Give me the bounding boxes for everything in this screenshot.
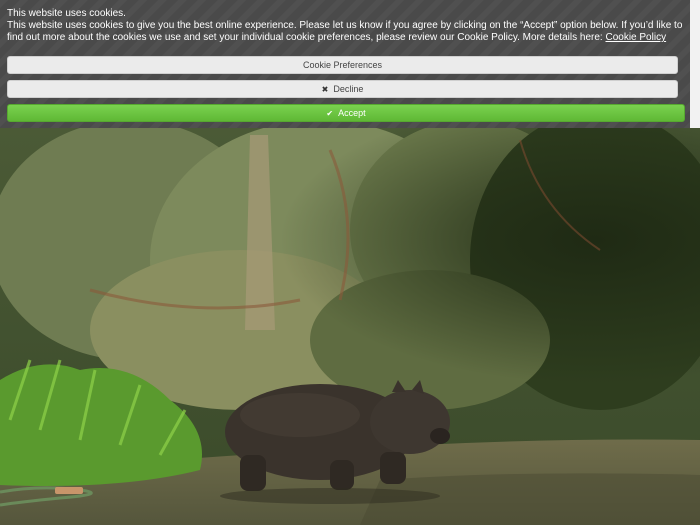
accept-button[interactable]: ✔ Accept — [7, 104, 685, 122]
accept-label: Accept — [338, 108, 366, 118]
cookie-policy-link[interactable]: Cookie Policy — [605, 32, 666, 43]
cookie-preferences-label: Cookie Preferences — [302, 60, 383, 70]
decline-label: Decline — [333, 84, 364, 94]
decline-button[interactable]: ✖ Decline — [7, 80, 678, 98]
cookie-banner: This website uses cookies. This website … — [0, 0, 700, 128]
cookie-banner-body: This website uses cookies to give you th… — [7, 20, 683, 43]
cookie-banner-title: This website uses cookies. — [7, 8, 126, 19]
cookie-banner-text: This website uses cookies. This website … — [7, 8, 683, 44]
close-icon: ✖ — [321, 84, 329, 94]
checkmark-icon: ✔ — [326, 108, 334, 118]
cookie-preferences-button[interactable]: Cookie Preferences — [7, 56, 678, 74]
